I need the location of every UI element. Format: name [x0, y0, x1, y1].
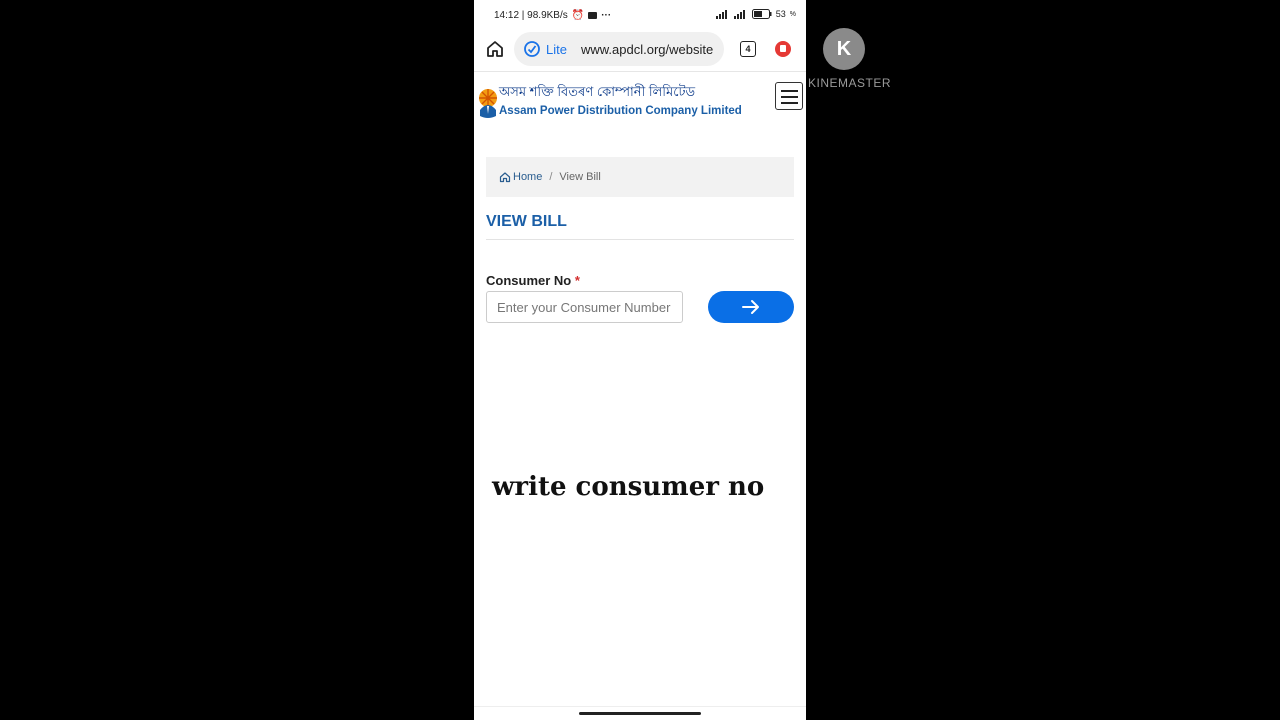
breadcrumb: Home / View Bill: [486, 157, 794, 197]
company-name-english[interactable]: Assam Power Distribution Company Limited: [499, 105, 742, 117]
consumer-no-label-text: Consumer No: [486, 273, 572, 288]
more-dots-icon: ···: [601, 10, 612, 21]
kinemaster-logo-letter: K: [836, 38, 852, 60]
menu-line: [781, 96, 798, 98]
breadcrumb-separator: /: [549, 171, 553, 183]
breadcrumb-home-link[interactable]: Home: [513, 171, 542, 183]
breadcrumb-home-icon: [499, 172, 511, 183]
status-time-speed: 14:12 | 98.9KB/s: [494, 10, 568, 21]
menu-line: [781, 90, 798, 92]
consumer-number-input[interactable]: [486, 291, 683, 323]
kinemaster-logo-icon: K: [823, 28, 865, 70]
address-bar[interactable]: Lite www.apdcl.org/website: [514, 32, 724, 66]
video-caption-overlay: write consumer no: [492, 472, 765, 502]
submit-button[interactable]: [708, 291, 794, 323]
breadcrumb-current: View Bill: [559, 171, 601, 183]
browser-toolbar: Lite www.apdcl.org/website 4: [474, 30, 806, 70]
status-bar: 14:12 | 98.9KB/s ⏰ ··· 53%: [474, 0, 806, 30]
consumer-no-label: Consumer No *: [486, 273, 580, 288]
menu-line: [781, 102, 798, 104]
phone-screen: 14:12 | 98.9KB/s ⏰ ··· 53% Lite www.apdc…: [474, 0, 806, 720]
alarm-icon: ⏰: [571, 10, 585, 21]
status-right: 53%: [715, 9, 796, 19]
kinemaster-watermark: K KINEMASTER: [808, 26, 891, 96]
gesture-home-indicator[interactable]: [579, 712, 701, 715]
bottom-divider: [474, 706, 806, 707]
home-icon[interactable]: [484, 38, 506, 60]
signal-icon-2: [733, 9, 745, 19]
url-text[interactable]: www.apdcl.org/website: [581, 42, 713, 57]
lite-mode-icon: [524, 41, 540, 57]
page-title: VIEW BILL: [486, 213, 567, 230]
tab-switcher-button[interactable]: 4: [740, 41, 756, 57]
required-asterisk: *: [574, 273, 580, 288]
hamburger-menu-button[interactable]: [775, 82, 803, 110]
site-header: অসম শক্তি বিতৰণ কোম্পানী লিমিটেড Assam P…: [474, 72, 806, 128]
arrow-right-icon: [742, 300, 759, 314]
title-divider: [486, 239, 794, 240]
apdcl-logo-icon[interactable]: [478, 86, 498, 118]
battery-icon: [751, 9, 772, 19]
lite-mode-label: Lite: [546, 41, 567, 57]
battery-percent: 53: [775, 9, 786, 19]
kinemaster-text: KINEMASTER: [808, 76, 892, 90]
signal-icon: [715, 9, 727, 19]
company-name-assamese[interactable]: অসম শক্তি বিতৰণ কোম্পানী লিমিটেড: [499, 83, 695, 104]
message-icon: [588, 12, 598, 19]
extension-icon[interactable]: [775, 41, 791, 57]
status-left: 14:12 | 98.9KB/s ⏰ ···: [494, 10, 611, 21]
